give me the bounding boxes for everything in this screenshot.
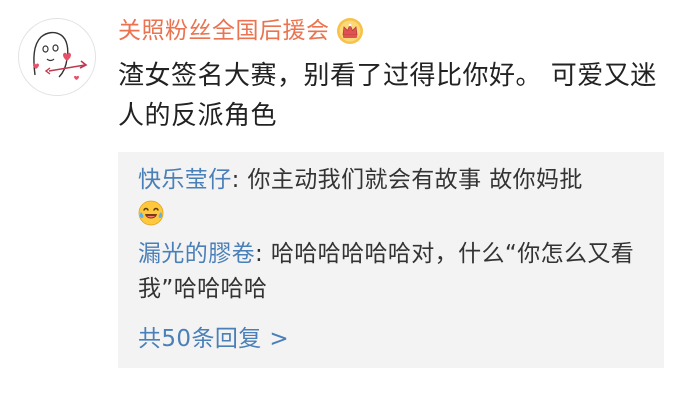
avatar[interactable] xyxy=(18,18,96,96)
reply-username[interactable]: 漏光的膠卷 xyxy=(138,241,255,267)
reply-item[interactable]: 快乐莹仔: 你主动我们就会有故事 故你妈批 xyxy=(138,163,650,233)
comment-text: 渣女签名大赛，别看了过得比你好。 可爱又迷人的反派角色 xyxy=(118,61,657,131)
reply-separator: : xyxy=(231,167,248,193)
comment-username[interactable]: 关照粉丝全国后援会 xyxy=(118,16,330,46)
reply-item[interactable]: 漏光的膠卷: 哈哈哈哈哈哈对，什么“你怎么又看我”哈哈哈哈 xyxy=(138,237,650,307)
laughing-tears-emoji-icon xyxy=(138,200,164,226)
avatar-drawing-icon xyxy=(20,20,94,94)
crown-badge-icon xyxy=(336,17,364,45)
more-replies-link[interactable]: 共50条回复 > xyxy=(138,322,289,356)
reply-separator: : xyxy=(255,241,271,267)
reply-text: 你主动我们就会有故事 故你妈批 xyxy=(247,167,583,193)
replies-box[interactable]: 快乐莹仔: 你主动我们就会有故事 故你妈批 漏光的膠卷: 哈哈哈哈哈哈对，什么“… xyxy=(118,152,664,368)
comment-header: 关照粉丝全国后援会 xyxy=(118,14,364,48)
reply-username[interactable]: 快乐莹仔 xyxy=(138,167,232,193)
